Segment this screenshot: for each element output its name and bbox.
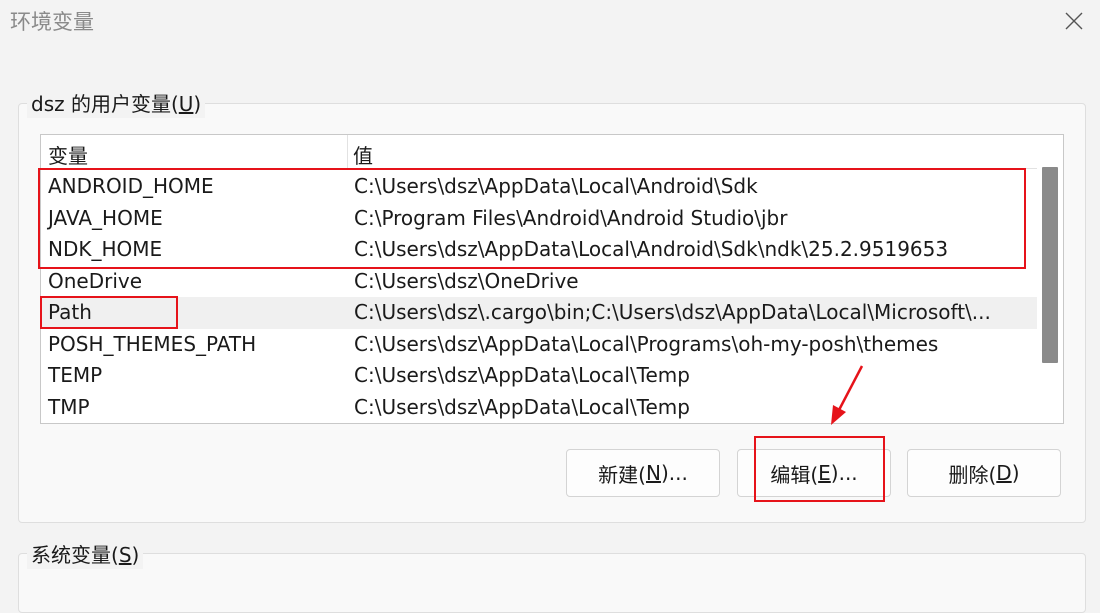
user-variables-label: dsz 的用户变量(U)	[27, 90, 206, 118]
column-divider[interactable]	[347, 135, 348, 169]
variable-name: ANDROID_HOME	[48, 174, 214, 198]
variable-name: OneDrive	[48, 268, 143, 293]
variable-value: C:\Users\dsz\AppData\Local\Temp	[354, 394, 690, 419]
system-variables-group	[18, 553, 1086, 613]
variable-value: C:\Users\dsz\AppData\Local\Android\Sdk	[354, 174, 758, 198]
close-button[interactable]	[1054, 2, 1094, 40]
table-row[interactable]: JAVA_HOME C:\Program Files\Android\Andro…	[41, 203, 1037, 235]
title-bar: 环境变量	[0, 0, 1100, 46]
list-header: 变量 值	[41, 135, 1037, 169]
variable-name: TMP	[48, 394, 90, 419]
table-row[interactable]: TEMP C:\Users\dsz\AppData\Local\Temp	[41, 360, 1037, 392]
system-variables-label: 系统变量(S)	[27, 541, 144, 569]
variable-name: Path	[48, 300, 92, 324]
table-row[interactable]: OneDrive C:\Users\dsz\OneDrive	[41, 266, 1037, 298]
table-row-selected[interactable]: Path C:\Users\dsz\.cargo\bin;C:\Users\ds…	[41, 297, 1037, 329]
variable-name: JAVA_HOME	[48, 205, 163, 230]
table-row[interactable]: TMP C:\Users\dsz\AppData\Local\Temp	[41, 392, 1037, 424]
vertical-scrollbar[interactable]	[1037, 135, 1063, 423]
variable-value: C:\Program Files\Android\Android Studio\…	[354, 205, 788, 230]
scrollbar-thumb[interactable]	[1042, 167, 1058, 363]
table-row[interactable]: ANDROID_HOME C:\Users\dsz\AppData\Local\…	[41, 171, 1037, 203]
user-variables-list[interactable]: 变量 值 ANDROID_HOME C:\Users\dsz\AppData\L…	[40, 134, 1064, 424]
window-title: 环境变量	[10, 10, 94, 34]
variable-value: C:\Users\dsz\AppData\Local\Temp	[354, 363, 690, 387]
variable-name: POSH_THEMES_PATH	[48, 331, 257, 356]
table-row[interactable]: POSH_THEMES_PATH C:\Users\dsz\AppData\Lo…	[41, 329, 1037, 361]
variable-name: NDK_HOME	[48, 237, 163, 261]
variable-value: C:\Users\dsz\AppData\Local\Android\Sdk\n…	[354, 237, 949, 261]
column-header-variable[interactable]: 变量	[48, 140, 88, 169]
list-body: ANDROID_HOME C:\Users\dsz\AppData\Local\…	[41, 171, 1037, 423]
table-row[interactable]: NDK_HOME C:\Users\dsz\AppData\Local\Andr…	[41, 234, 1037, 266]
column-header-value[interactable]: 值	[353, 140, 373, 169]
variable-value: C:\Users\dsz\AppData\Local\Programs\oh-m…	[354, 331, 939, 356]
edit-button[interactable]: 编辑(E)...	[737, 449, 891, 497]
delete-button[interactable]: 删除(D)	[907, 449, 1061, 497]
variable-value: C:\Users\dsz\OneDrive	[354, 268, 579, 293]
close-icon	[1065, 12, 1083, 30]
variable-value: C:\Users\dsz\.cargo\bin;C:\Users\dsz\App…	[354, 300, 991, 324]
new-button[interactable]: 新建(N)...	[566, 449, 720, 497]
variable-name: TEMP	[48, 363, 103, 387]
